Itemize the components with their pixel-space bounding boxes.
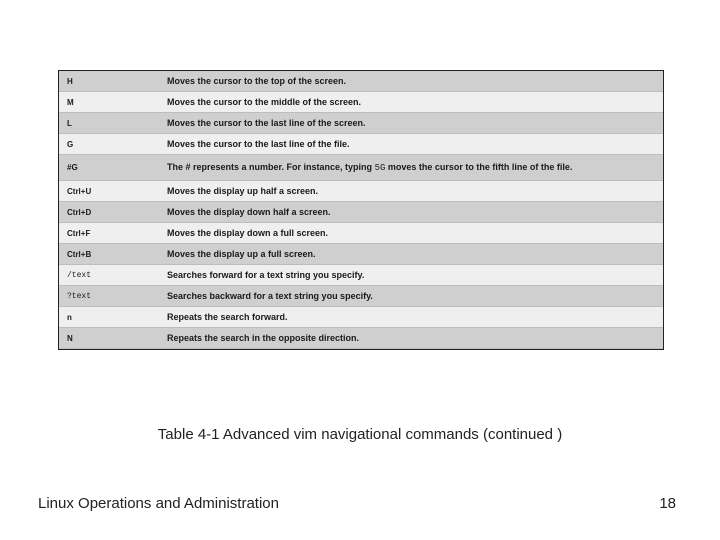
description-cell: Moves the cursor to the top of the scree… [159,71,663,92]
description-cell: Moves the display down half a screen. [159,202,663,223]
description-cell: The # represents a number. For instance,… [159,155,663,181]
description-cell: Moves the cursor to the last line of the… [159,113,663,134]
command-cell: ?text [59,286,159,307]
description-cell: Repeats the search forward. [159,307,663,328]
description-cell: Moves the display down a full screen. [159,223,663,244]
command-cell: H [59,71,159,92]
command-cell: L [59,113,159,134]
table-row: HMoves the cursor to the top of the scre… [59,71,663,92]
command-cell: Ctrl+U [59,181,159,202]
page-number: 18 [659,495,676,512]
description-cell: Moves the display up half a screen. [159,181,663,202]
table-row: Ctrl+DMoves the display down half a scre… [59,202,663,223]
description-cell: Moves the cursor to the last line of the… [159,134,663,155]
table-row: Ctrl+UMoves the display up half a screen… [59,181,663,202]
command-cell: Ctrl+F [59,223,159,244]
description-cell: Searches forward for a text string you s… [159,265,663,286]
table-row: nRepeats the search forward. [59,307,663,328]
table-caption: Table 4-1 Advanced vim navigational comm… [0,426,720,443]
commands-table-wrap: HMoves the cursor to the top of the scre… [58,70,664,350]
table-row: MMoves the cursor to the middle of the s… [59,92,663,113]
table-row: LMoves the cursor to the last line of th… [59,113,663,134]
command-cell: n [59,307,159,328]
command-cell: #G [59,155,159,181]
description-cell: Moves the cursor to the middle of the sc… [159,92,663,113]
description-cell: Searches backward for a text string you … [159,286,663,307]
command-cell: G [59,134,159,155]
table-row: /textSearches forward for a text string … [59,265,663,286]
table-row: GMoves the cursor to the last line of th… [59,134,663,155]
table-row: ?textSearches backward for a text string… [59,286,663,307]
table-row: #GThe # represents a number. For instanc… [59,155,663,181]
command-cell: M [59,92,159,113]
description-cell: Moves the display up a full screen. [159,244,663,265]
command-cell: Ctrl+B [59,244,159,265]
commands-table: HMoves the cursor to the top of the scre… [59,71,663,349]
command-cell: /text [59,265,159,286]
description-cell: Repeats the search in the opposite direc… [159,328,663,349]
footer-title: Linux Operations and Administration [38,495,279,512]
table-row: NRepeats the search in the opposite dire… [59,328,663,349]
table-row: Ctrl+FMoves the display down a full scre… [59,223,663,244]
command-cell: Ctrl+D [59,202,159,223]
table-row: Ctrl+BMoves the display up a full screen… [59,244,663,265]
command-cell: N [59,328,159,349]
